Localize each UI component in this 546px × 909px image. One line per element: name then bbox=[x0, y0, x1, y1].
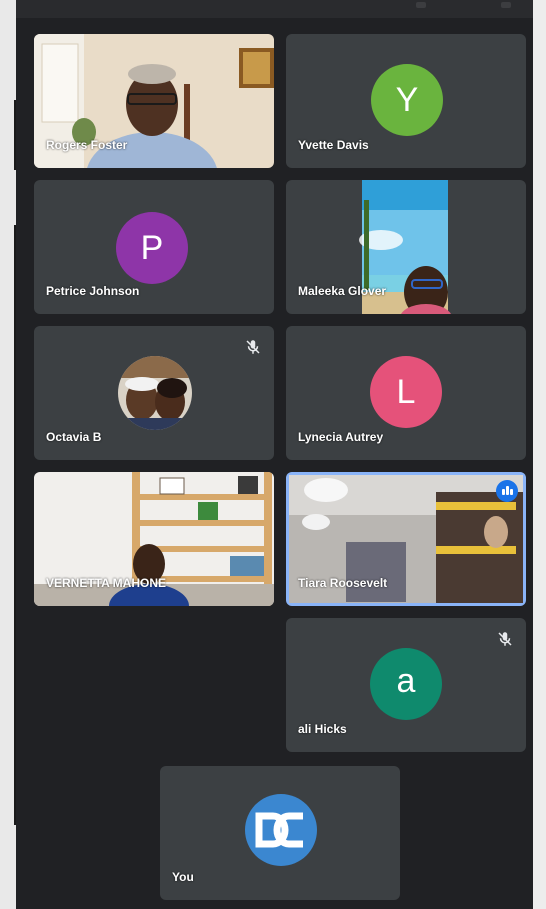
participant-avatar: Y bbox=[371, 64, 443, 136]
right-desktop-strip bbox=[533, 0, 546, 909]
participant-photo bbox=[118, 356, 192, 430]
participant-tile-rogers-foster[interactable]: Rogers Foster bbox=[34, 34, 274, 168]
participant-tile-tiara-roosevelt[interactable]: Tiara Roosevelt bbox=[286, 472, 526, 606]
mic-off-icon bbox=[498, 632, 512, 646]
participant-avatar: a bbox=[370, 648, 442, 720]
participant-name: Petrice Johnson bbox=[46, 284, 140, 298]
participant-avatar: P bbox=[116, 212, 188, 284]
left-desktop-strip bbox=[0, 0, 16, 909]
participant-avatar: L bbox=[370, 356, 442, 428]
participant-name: Tiara Roosevelt bbox=[298, 576, 388, 590]
mic-off-icon bbox=[246, 340, 260, 354]
top-bar-control[interactable] bbox=[501, 2, 511, 8]
participant-name: Lynecia Autrey bbox=[298, 430, 384, 444]
participant-name: Rogers Foster bbox=[46, 138, 128, 152]
participant-name: Maleeka Glover bbox=[298, 284, 387, 298]
participant-tile-octavia-b[interactable]: Octavia B bbox=[34, 326, 274, 460]
participant-tile-vernetta-mahone[interactable]: VERNETTA MAHONE bbox=[34, 472, 274, 606]
participant-name: VERNETTA MAHONE bbox=[46, 576, 166, 590]
participant-name: You bbox=[172, 870, 194, 884]
participant-name: Octavia B bbox=[46, 430, 102, 444]
meeting-grid-window: Rogers Foster Y Yvette Davis P Petrice J… bbox=[16, 0, 533, 909]
top-bar-control[interactable] bbox=[416, 2, 426, 8]
speaking-indicator-icon bbox=[496, 480, 518, 502]
participant-tile-lynecia-autrey[interactable]: L Lynecia Autrey bbox=[286, 326, 526, 460]
participant-name: Yvette Davis bbox=[298, 138, 369, 152]
participant-tile-petrice-johnson[interactable]: P Petrice Johnson bbox=[34, 180, 274, 314]
participant-tile-yvette-davis[interactable]: Y Yvette Davis bbox=[286, 34, 526, 168]
participant-tile-maleeka-glover[interactable]: Maleeka Glover bbox=[286, 180, 526, 314]
participant-name: ali Hicks bbox=[298, 722, 347, 736]
participant-tile-you[interactable]: You bbox=[160, 766, 400, 900]
top-bar bbox=[16, 0, 533, 18]
participant-tile-ali-hicks[interactable]: a ali Hicks bbox=[286, 618, 526, 752]
you-avatar-logo-icon bbox=[245, 794, 317, 866]
